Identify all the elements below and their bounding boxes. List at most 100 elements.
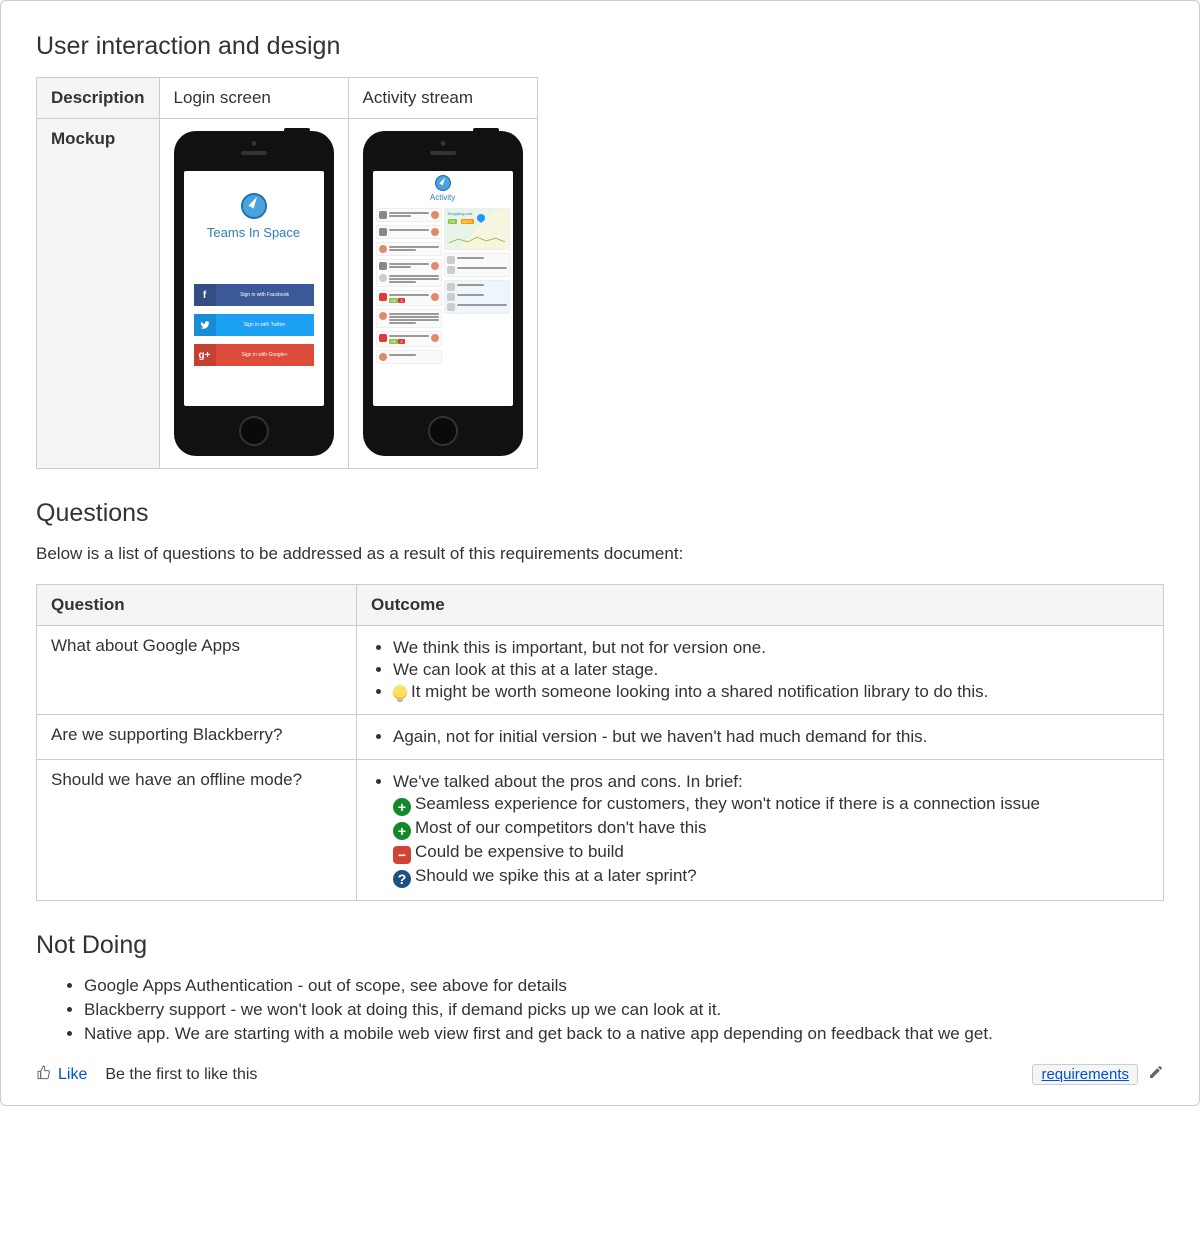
activity-card: OK2 — [376, 331, 442, 347]
list-item: Google Apps Authentication - out of scop… — [84, 976, 1164, 996]
star-icon — [447, 303, 455, 311]
list-item: It might be worth someone looking into a… — [393, 682, 1149, 702]
question-icon: ? — [393, 870, 411, 888]
outcome-cell: We think this is important, but not for … — [357, 626, 1164, 715]
outcome-cell: Again, not for initial version - but we … — [357, 715, 1164, 760]
plus-icon: + — [393, 822, 411, 840]
phone-power-button — [284, 128, 310, 132]
phone-mockup-login: Teams In Space f Sign in with Facebook S… — [174, 131, 334, 456]
facebook-icon: f — [194, 284, 216, 306]
questions-table: Question Outcome What about Google AppsW… — [36, 584, 1164, 901]
footer-left: Like Be the first to like this — [36, 1064, 257, 1085]
alert-icon — [379, 293, 387, 301]
questions-heading: Questions — [36, 499, 1164, 528]
outcome-list: We've talked about the pros and cons. In… — [371, 772, 1149, 888]
outcome-text: Seamless experience for customers, they … — [415, 794, 1040, 813]
star-icon — [447, 293, 455, 301]
list-item: Again, not for initial version - but we … — [393, 727, 1149, 747]
outcome-text: We think this is important, but not for … — [393, 638, 766, 657]
questions-th-question: Question — [37, 585, 357, 626]
activity-card — [376, 242, 442, 256]
outcome-text: We can look at this at a later stage. — [393, 660, 658, 679]
app-logo-icon — [435, 175, 451, 191]
list-item: ?Should we spike this at a later sprint? — [393, 866, 1149, 888]
design-col0-description: Login screen — [159, 78, 348, 119]
signin-google-label: Sign in with Google+ — [216, 352, 314, 358]
mockup-cell-activity: Activity — [348, 119, 537, 469]
app-title: Teams In Space — [207, 225, 300, 240]
outcome-text: Again, not for initial version - but we … — [393, 727, 927, 746]
avatar-icon — [379, 245, 387, 253]
outcome-text: Should we spike this at a later sprint? — [415, 866, 697, 885]
outcome-text: It might be worth someone looking into a… — [411, 682, 988, 701]
list-item: +Most of our competitors don't have this — [393, 818, 1149, 840]
list-item: Native app. We are starting with a mobil… — [84, 1024, 1164, 1044]
mockup-cell-login: Teams In Space f Sign in with Facebook S… — [159, 119, 348, 469]
signin-facebook-button: f Sign in with Facebook — [194, 284, 314, 306]
avatar-icon — [431, 228, 439, 236]
activity-card — [444, 253, 510, 277]
avatar-icon — [379, 353, 387, 361]
alert-icon — [379, 334, 387, 342]
doc-icon — [379, 262, 387, 270]
activity-card — [376, 225, 442, 239]
notdoing-list: Google Apps Authentication - out of scop… — [36, 976, 1164, 1044]
map-card: Shopping cart OK NEW — [444, 208, 510, 250]
activity-card — [376, 208, 442, 222]
phone-speaker-icon — [430, 151, 456, 155]
design-row-mockup: Mockup Teams In Space f Sign in with Fac… — [37, 119, 538, 469]
check-icon — [379, 211, 387, 219]
signin-twitter-label: Sign in with Twitter — [216, 322, 314, 328]
avatar-icon — [431, 262, 439, 270]
edit-labels-button[interactable] — [1148, 1064, 1164, 1085]
outcome-sublist: +Seamless experience for customers, they… — [393, 794, 1149, 888]
question-cell: What about Google Apps — [37, 626, 357, 715]
activity-header: Activity — [373, 171, 513, 208]
activity-screen: Activity — [373, 171, 513, 406]
avatar-icon — [379, 274, 387, 282]
design-col1-description: Activity stream — [348, 78, 537, 119]
design-heading: User interaction and design — [36, 32, 1164, 61]
table-row: Should we have an offline mode?We've tal… — [37, 760, 1164, 901]
login-screen: Teams In Space f Sign in with Facebook S… — [184, 171, 324, 406]
table-row: What about Google Apps We think this is i… — [37, 626, 1164, 715]
questions-intro: Below is a list of questions to be addre… — [36, 544, 1164, 564]
star-icon — [447, 283, 455, 291]
activity-title: Activity — [373, 193, 513, 202]
phone-camera-icon — [251, 141, 256, 146]
phone-power-button — [473, 128, 499, 132]
design-table: Description Login screen Activity stream… — [36, 77, 538, 469]
activity-col-left: OK3 — [376, 208, 442, 364]
outcome-list: We think this is important, but not for … — [371, 638, 1149, 702]
outcome-text: Most of our competitors don't have this — [415, 818, 706, 837]
thumbs-up-icon — [36, 1064, 52, 1085]
comment-icon — [447, 266, 455, 274]
list-item: Blackberry support - we won't look at do… — [84, 1000, 1164, 1020]
app-logo-icon — [241, 193, 267, 219]
outcome-text: Could be expensive to build — [415, 842, 624, 861]
list-item: −Could be expensive to build — [393, 842, 1149, 864]
activity-card — [376, 350, 442, 364]
activity-card: OK3 — [376, 290, 442, 306]
questions-th-outcome: Outcome — [357, 585, 1164, 626]
signin-facebook-label: Sign in with Facebook — [216, 292, 314, 298]
label-tag[interactable]: requirements — [1032, 1064, 1138, 1085]
sparkline-icon — [449, 235, 505, 245]
signin-twitter-button: Sign in with Twitter — [194, 314, 314, 336]
activity-card — [376, 309, 442, 328]
like-button[interactable]: Like — [36, 1064, 87, 1085]
outcome-cell: We've talked about the pros and cons. In… — [357, 760, 1164, 901]
notdoing-heading: Not Doing — [36, 931, 1164, 960]
list-item: We think this is important, but not for … — [393, 638, 1149, 658]
outcome-list: Again, not for initial version - but we … — [371, 727, 1149, 747]
twitter-icon — [194, 314, 216, 336]
avatar-icon — [431, 293, 439, 301]
comment-icon — [447, 256, 455, 264]
activity-card — [444, 280, 510, 314]
list-item: We've talked about the pros and cons. In… — [393, 772, 1149, 888]
minus-icon: − — [393, 846, 411, 864]
question-cell: Are we supporting Blackberry? — [37, 715, 357, 760]
phone-camera-icon — [440, 141, 445, 146]
signin-google-button: g+ Sign in with Google+ — [194, 344, 314, 366]
like-label: Like — [58, 1066, 87, 1084]
